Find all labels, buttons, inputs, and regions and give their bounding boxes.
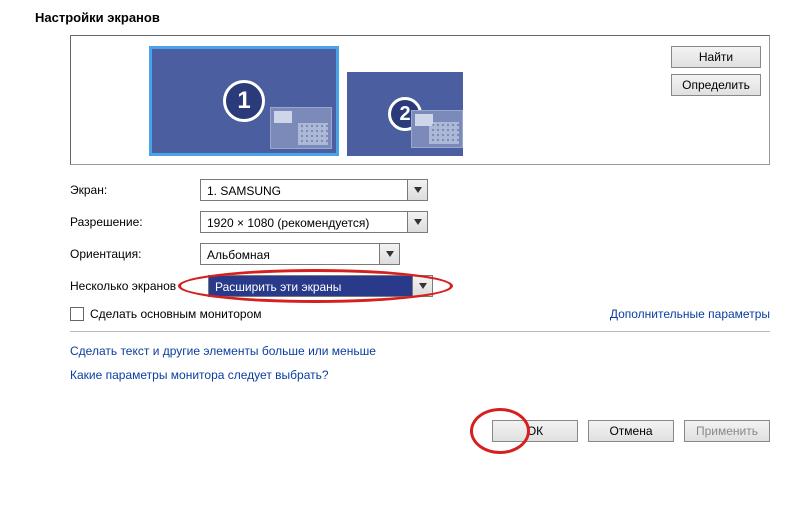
find-button[interactable]: Найти [671, 46, 761, 68]
dropdown-button[interactable] [407, 212, 427, 232]
divider [70, 331, 770, 332]
chevron-down-icon [414, 187, 422, 193]
chevron-down-icon [414, 219, 422, 225]
make-primary-checkbox[interactable] [70, 307, 84, 321]
orientation-value: Альбомная [201, 244, 379, 264]
dropdown-button[interactable] [379, 244, 399, 264]
display-select[interactable]: 1. SAMSUNG [200, 179, 428, 201]
resolution-value: 1920 × 1080 (рекомендуется) [201, 212, 407, 232]
resolution-select[interactable]: 1920 × 1080 (рекомендуется) [200, 211, 428, 233]
multi-displays-label: Несколько экранов [70, 279, 208, 293]
ok-button[interactable]: ОК [492, 420, 578, 442]
text-size-link[interactable]: Сделать текст и другие элементы больше и… [70, 344, 376, 358]
dropdown-button[interactable] [407, 180, 427, 200]
chevron-down-icon [386, 251, 394, 257]
resolution-label: Разрешение: [70, 215, 200, 229]
cancel-button[interactable]: Отмена [588, 420, 674, 442]
apply-button[interactable]: Применить [684, 420, 770, 442]
identify-button[interactable]: Определить [671, 74, 761, 96]
page-title: Настройки экранов [35, 10, 770, 25]
monitor-decor-icon [270, 107, 332, 149]
display-value: 1. SAMSUNG [201, 180, 407, 200]
display-label: Экран: [70, 183, 200, 197]
which-settings-link[interactable]: Какие параметры монитора следует выбрать… [70, 368, 329, 382]
monitor-1-badge: 1 [223, 80, 265, 122]
monitor-preview-box: 1 2 Найти Определить [70, 35, 770, 165]
make-primary-label: Сделать основным монитором [90, 307, 262, 321]
orientation-select[interactable]: Альбомная [200, 243, 400, 265]
monitor-2[interactable]: 2 [347, 72, 463, 156]
chevron-down-icon [419, 283, 427, 289]
orientation-label: Ориентация: [70, 247, 200, 261]
dropdown-button[interactable] [412, 276, 432, 296]
advanced-settings-link[interactable]: Дополнительные параметры [610, 307, 770, 321]
monitor-1[interactable]: 1 [149, 46, 339, 156]
monitor-decor-icon [411, 110, 463, 148]
multi-displays-select[interactable]: Расширить эти экраны [208, 275, 433, 297]
multi-displays-value: Расширить эти экраны [209, 276, 412, 296]
